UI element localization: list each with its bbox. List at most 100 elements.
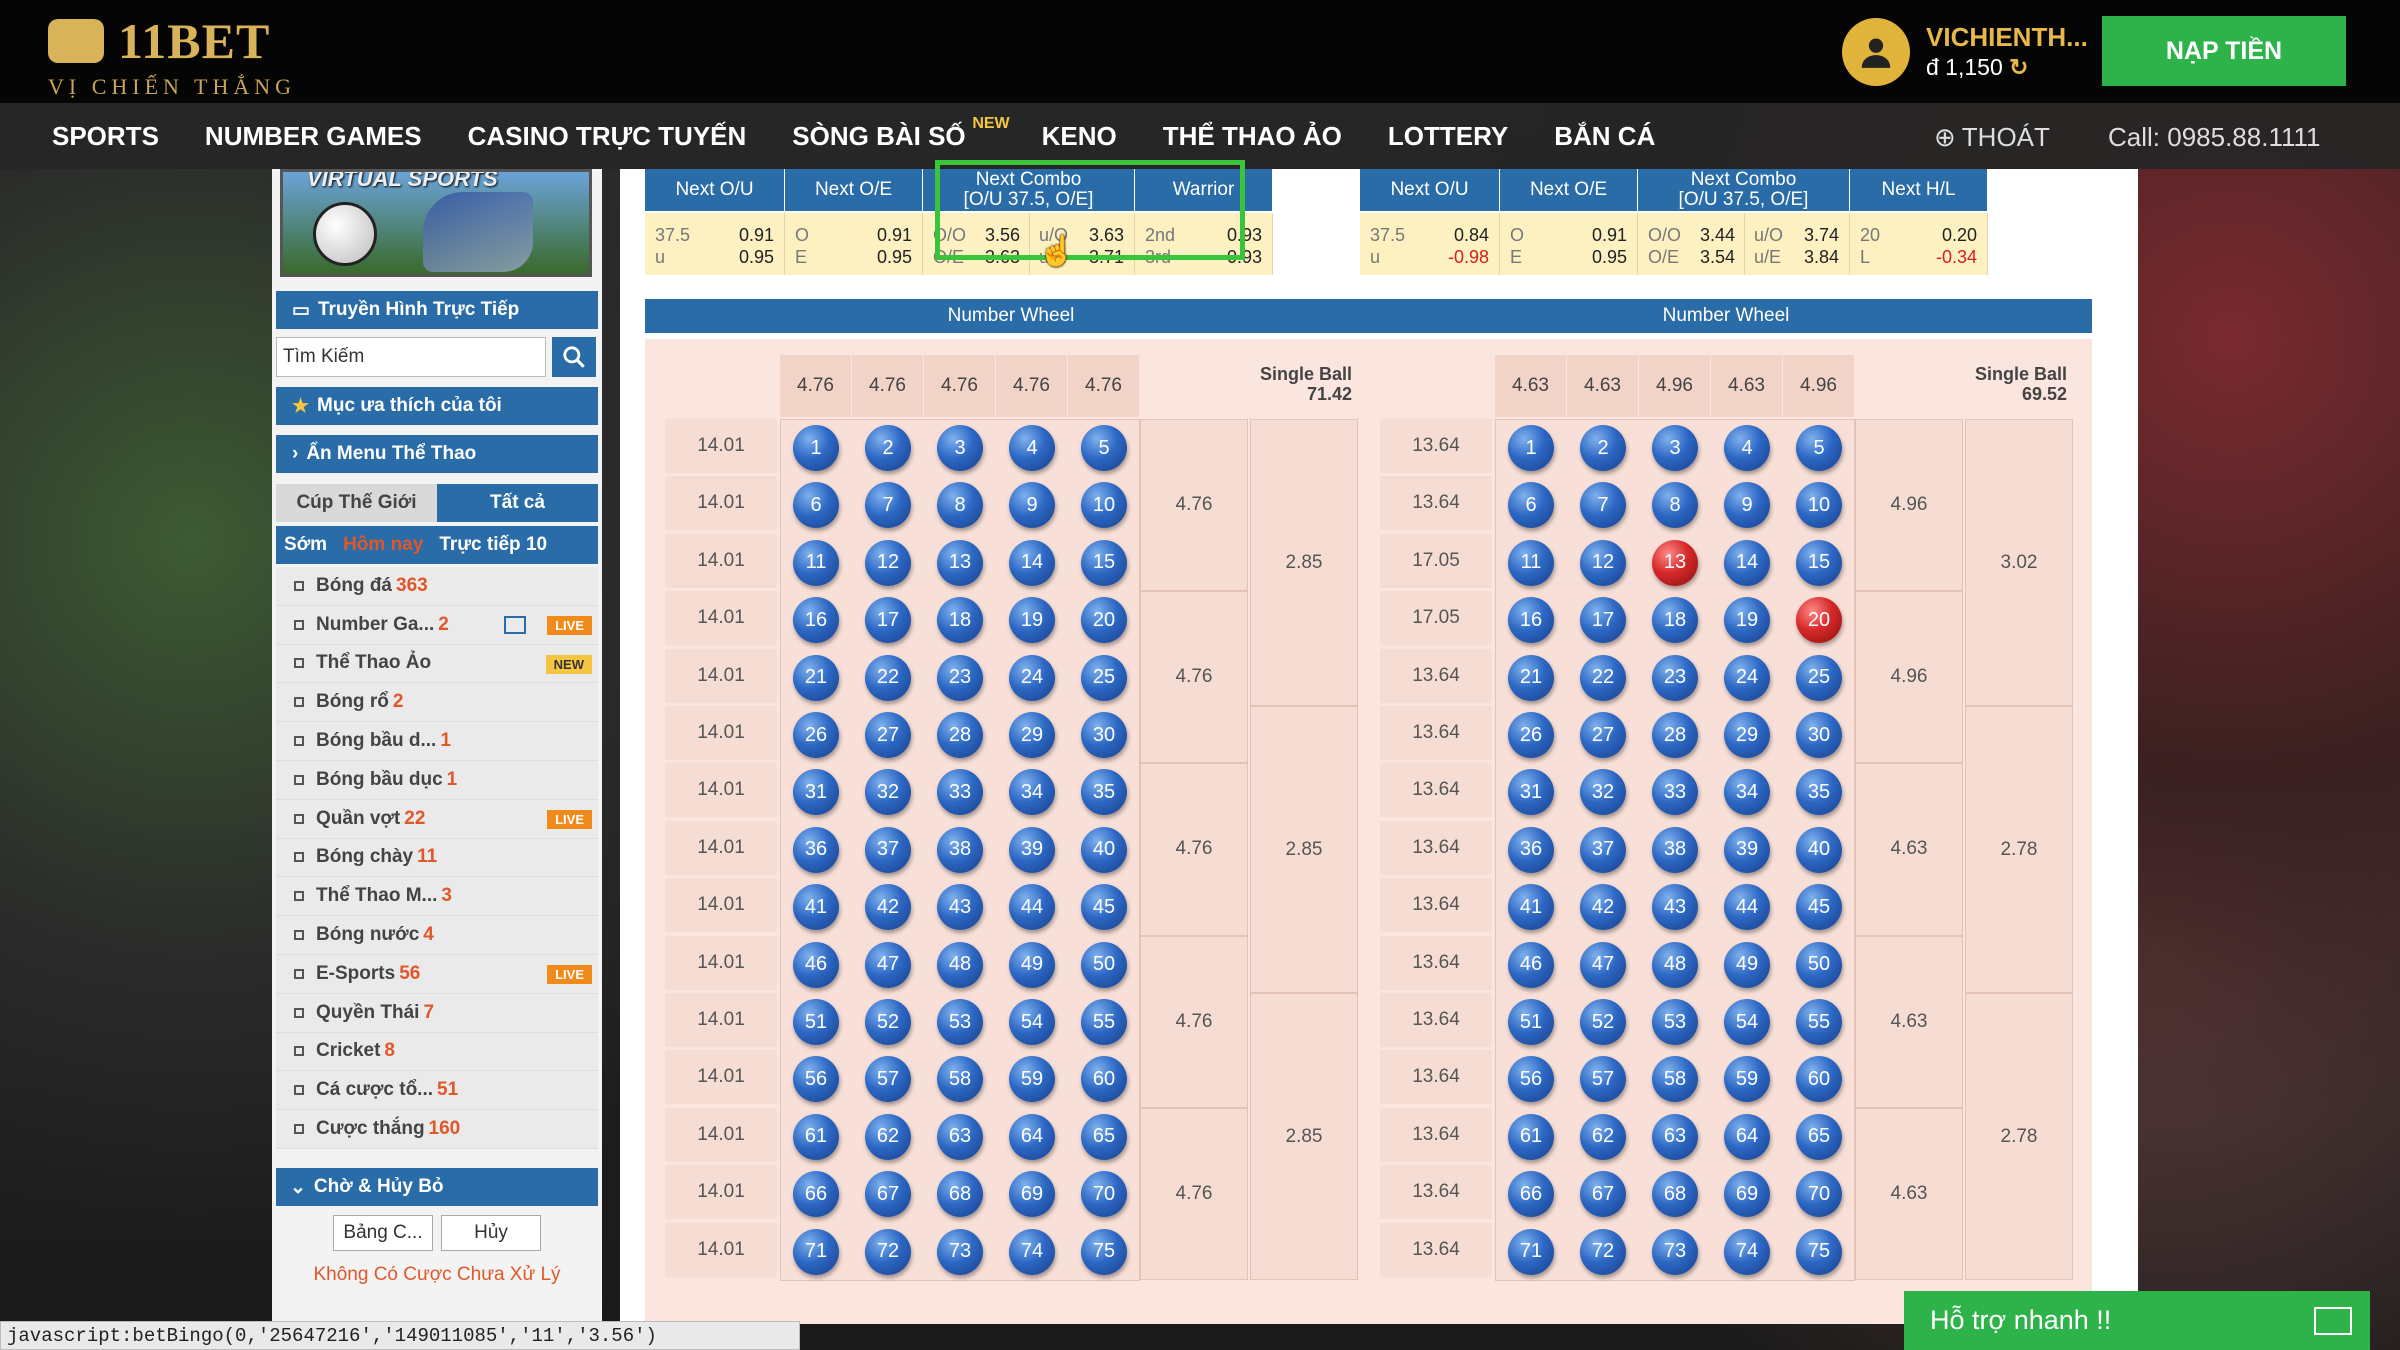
number-ball[interactable]: 1 <box>1508 425 1554 471</box>
number-ball[interactable]: 25 <box>1081 654 1127 701</box>
sport-item[interactable]: E-Sports 56 LIVE <box>276 954 598 994</box>
number-ball[interactable]: 47 <box>1580 941 1626 988</box>
search-input[interactable]: Tìm Kiếm <box>276 337 546 377</box>
nav-sports[interactable]: SPORTS <box>52 121 159 152</box>
sport-item[interactable]: Cá cược tổ... 51 <box>276 1071 598 1111</box>
number-ball[interactable]: 25 <box>1796 654 1842 701</box>
number-ball[interactable]: 14 <box>1009 539 1055 586</box>
row-odds[interactable]: 13.64 <box>1380 1222 1492 1279</box>
sport-item[interactable]: Quần vợt 22 LIVE <box>276 799 598 839</box>
row-odds[interactable]: 14.01 <box>665 820 777 877</box>
column-odds[interactable]: 4.76 <box>996 355 1068 417</box>
number-ball[interactable]: 4 <box>1009 425 1055 471</box>
number-ball[interactable]: 38 <box>937 826 983 873</box>
odds-value[interactable]: -0.98 <box>1448 247 1489 267</box>
deposit-button[interactable]: NẠP TIỀN <box>2102 16 2346 86</box>
pending-header[interactable]: ⌄ Chờ & Hủy Bỏ <box>276 1168 598 1206</box>
group-odds[interactable]: 4.76 <box>1140 419 1248 592</box>
number-ball[interactable]: 44 <box>1009 884 1055 931</box>
row-odds[interactable]: 17.05 <box>1380 591 1492 648</box>
odds-value[interactable]: 3.44 <box>1700 225 1735 245</box>
sport-item[interactable]: Bóng chày 11 <box>276 838 598 878</box>
number-ball[interactable]: 49 <box>1009 941 1055 988</box>
number-ball[interactable]: 1 <box>793 425 839 471</box>
number-ball[interactable]: 73 <box>937 1228 983 1275</box>
row-odds[interactable]: 14.01 <box>665 1165 777 1222</box>
number-ball[interactable]: 3 <box>937 425 983 471</box>
number-ball[interactable]: 37 <box>1580 826 1626 873</box>
number-ball[interactable]: 2 <box>865 425 911 471</box>
odds-cell[interactable]: 37.5 u 0.84 -0.98 <box>1360 213 1500 275</box>
sport-item[interactable]: Cricket 8 <box>276 1032 598 1072</box>
range-odds[interactable]: 2.78 <box>1965 706 2073 993</box>
sport-item[interactable]: Number Ga... 2 LIVE <box>276 605 598 645</box>
number-ball[interactable]: 53 <box>1652 999 1698 1045</box>
live-tv-button[interactable]: ▭ Truyền Hình Trực Tiếp <box>276 291 598 329</box>
row-odds[interactable]: 14.01 <box>665 706 777 762</box>
sport-item[interactable]: Bóng bầu dục 1 <box>276 760 598 800</box>
row-odds[interactable]: 14.01 <box>665 648 777 705</box>
row-odds[interactable]: 14.01 <box>665 935 777 992</box>
row-odds[interactable]: 13.64 <box>1380 419 1492 475</box>
number-ball[interactable]: 71 <box>793 1228 839 1275</box>
number-ball[interactable]: 12 <box>1580 539 1626 586</box>
range-odds[interactable]: 2.85 <box>1250 419 1358 706</box>
number-ball[interactable]: 62 <box>1580 1113 1626 1160</box>
odds-values[interactable]: 0.84 -0.98 <box>1448 225 1489 268</box>
nav-lottery[interactable]: LOTTERY <box>1388 121 1508 152</box>
row-odds[interactable]: 14.01 <box>665 533 777 590</box>
number-ball[interactable]: 67 <box>1580 1171 1626 1218</box>
number-ball[interactable]: 16 <box>793 597 839 644</box>
single-ball-value[interactable]: 69.52 <box>2022 384 2067 404</box>
number-ball[interactable]: 28 <box>937 712 983 758</box>
number-ball[interactable]: 54 <box>1009 999 1055 1045</box>
number-ball[interactable]: 51 <box>1508 999 1554 1045</box>
number-ball[interactable]: 23 <box>1652 654 1698 701</box>
column-odds[interactable]: 4.76 <box>852 355 924 417</box>
sport-item[interactable]: Bóng rổ 2 <box>276 683 598 723</box>
number-ball[interactable]: 22 <box>865 654 911 701</box>
number-ball[interactable]: 5 <box>1081 425 1127 471</box>
group-odds[interactable]: 4.76 <box>1140 591 1248 764</box>
search-button[interactable] <box>552 337 596 377</box>
number-ball[interactable]: 20 <box>1081 597 1127 644</box>
number-ball[interactable]: 23 <box>937 654 983 701</box>
nav-the-thao-ao[interactable]: THỂ THAO ẢO <box>1163 121 1342 152</box>
odds-values[interactable]: 3.44 3.54 <box>1700 225 1735 268</box>
number-ball[interactable]: 73 <box>1652 1228 1698 1275</box>
number-ball[interactable]: 48 <box>937 941 983 988</box>
odds-values[interactable]: 3.74 3.84 <box>1804 225 1839 268</box>
number-ball[interactable]: 65 <box>1796 1113 1842 1160</box>
group-odds[interactable]: 4.63 <box>1855 1107 1963 1280</box>
sport-item[interactable]: Bóng nước 4 <box>276 916 598 955</box>
number-ball[interactable]: 66 <box>1508 1171 1554 1218</box>
row-odds[interactable]: 13.64 <box>1380 993 1492 1049</box>
row-odds[interactable]: 14.01 <box>665 419 777 475</box>
number-ball[interactable]: 74 <box>1724 1228 1770 1275</box>
number-ball[interactable]: 21 <box>793 654 839 701</box>
number-ball[interactable]: 26 <box>793 712 839 758</box>
number-ball[interactable]: 29 <box>1724 712 1770 758</box>
number-ball[interactable]: 55 <box>1081 999 1127 1045</box>
number-ball[interactable]: 24 <box>1009 654 1055 701</box>
number-ball[interactable]: 64 <box>1009 1113 1055 1160</box>
cancel-button[interactable]: Hủy <box>441 1215 541 1251</box>
support-chat-button[interactable]: Hỗ trợ nhanh !! <box>1904 1291 2370 1350</box>
range-odds[interactable]: 3.02 <box>1965 419 2073 706</box>
number-ball[interactable]: 46 <box>1508 941 1554 988</box>
odds-values[interactable]: 0.20 -0.34 <box>1936 225 1977 268</box>
number-ball[interactable]: 19 <box>1009 597 1055 644</box>
number-ball[interactable]: 61 <box>793 1113 839 1160</box>
number-ball[interactable]: 75 <box>1081 1228 1127 1275</box>
number-ball[interactable]: 20 <box>1796 597 1842 644</box>
number-ball[interactable]: 50 <box>1796 941 1842 988</box>
row-odds[interactable]: 14.01 <box>665 878 777 935</box>
number-ball[interactable]: 18 <box>1652 597 1698 644</box>
number-ball[interactable]: 17 <box>865 597 911 644</box>
single-ball-odds[interactable]: Single Ball 71.42 <box>1260 364 1352 405</box>
row-odds[interactable]: 14.01 <box>665 591 777 648</box>
odds-values[interactable]: 0.91 0.95 <box>877 225 912 268</box>
number-ball[interactable]: 3 <box>1652 425 1698 471</box>
row-odds[interactable]: 13.64 <box>1380 935 1492 992</box>
number-ball[interactable]: 19 <box>1724 597 1770 644</box>
